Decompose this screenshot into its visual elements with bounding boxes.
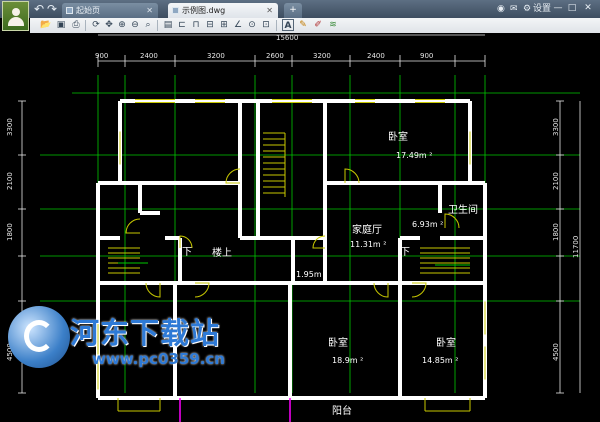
- dimension-icon[interactable]: ⊏: [176, 19, 188, 31]
- pan-icon[interactable]: ✥: [103, 19, 115, 31]
- close-tab-icon[interactable]: ✕: [266, 3, 273, 18]
- room-name: 卧室: [328, 336, 348, 349]
- gear-icon[interactable]: ⚙: [523, 2, 531, 16]
- title-bar: ↶ ↷ 起始页 ✕ 示例图.dwg ✕ + ◉ ✉ ⚙ 设置 — □ ✕: [0, 0, 600, 18]
- close-tab-icon[interactable]: ✕: [146, 3, 153, 18]
- room-name: 家庭厅: [352, 223, 382, 236]
- dimension-label-right: 1800: [552, 223, 560, 241]
- dimension-label-top: 2400: [367, 52, 385, 60]
- dimension-label-right: 3300: [552, 118, 560, 136]
- room-area: 1.95m ²: [296, 270, 327, 279]
- print-icon[interactable]: ⎙: [70, 19, 82, 31]
- door: [145, 282, 161, 298]
- forward-arrow-icon[interactable]: ↷: [47, 2, 57, 16]
- dimension-label-right: 2100: [552, 172, 560, 190]
- zoom-extents-icon[interactable]: ⌕: [142, 19, 154, 31]
- tab-start-page[interactable]: 起始页 ✕: [62, 3, 158, 18]
- save-icon[interactable]: ▣: [55, 19, 67, 31]
- minimize-button[interactable]: —: [552, 2, 564, 14]
- toolbar-separator: [157, 20, 158, 31]
- angle-icon[interactable]: ∠: [232, 19, 244, 31]
- watermark: 河东下载站 www.pc0359.cn: [8, 306, 268, 376]
- door: [444, 213, 460, 229]
- room-name: 阳台: [332, 404, 352, 417]
- coordinate-icon[interactable]: ⊞: [218, 19, 230, 31]
- door: [194, 282, 210, 298]
- dimension-total-top: 15600: [276, 34, 298, 42]
- back-arrow-icon[interactable]: ↶: [34, 2, 44, 16]
- open-icon[interactable]: 📂: [40, 19, 52, 31]
- layer-icon[interactable]: ▤: [162, 19, 174, 31]
- close-button[interactable]: ✕: [582, 2, 594, 14]
- dimension-label-top: 2400: [140, 52, 158, 60]
- settings-label[interactable]: 设置: [533, 2, 551, 16]
- layers-icon[interactable]: ≋: [327, 19, 339, 31]
- zoom-out-icon[interactable]: ⊖: [129, 19, 141, 31]
- dimension-label-left: 3300: [6, 118, 14, 136]
- room-area: 6.93m ²: [412, 220, 443, 229]
- maximize-button[interactable]: □: [566, 2, 578, 14]
- door: [373, 282, 389, 298]
- door: [344, 168, 360, 184]
- chat-icon[interactable]: ✉: [510, 2, 518, 16]
- zoom-in-icon[interactable]: ⊕: [116, 19, 128, 31]
- watermark-title: 河东下载站: [70, 316, 221, 350]
- dimension-label-top: 900: [420, 52, 433, 60]
- site-logo-icon: [8, 306, 70, 368]
- weibo-icon[interactable]: ◉: [497, 2, 505, 16]
- room-area: 18.9m ²: [332, 356, 363, 365]
- toolbar-separator: [85, 20, 86, 31]
- target-icon[interactable]: ⊙: [246, 19, 258, 31]
- refresh-icon[interactable]: ⟳: [90, 19, 102, 31]
- room-name: 卧室: [388, 130, 408, 143]
- measure-icon[interactable]: ⊡: [260, 19, 272, 31]
- room-area: 14.85m ²: [422, 356, 458, 365]
- dwg-file-icon: [172, 7, 179, 14]
- cad-viewer-window: ↶ ↷ 起始页 ✕ 示例图.dwg ✕ + ◉ ✉ ⚙ 设置 — □ ✕ 📂 ▣…: [0, 0, 600, 422]
- room-name: 下: [400, 247, 410, 258]
- room-name: 下: [182, 247, 192, 258]
- room-area: 17.49m ²: [396, 151, 432, 160]
- toolbar: 📂 ▣ ⎙ ⟳ ✥ ⊕ ⊖ ⌕ ▤ ⊏ ⊓ ⊟ ⊞ ∠ ⊙ ⊡ A ✎ ✐ ≋: [30, 18, 600, 34]
- distance-icon[interactable]: ⊓: [190, 19, 202, 31]
- new-tab-button[interactable]: +: [284, 3, 302, 18]
- home-tab-icon: [66, 7, 73, 14]
- dimension-total-right: 11700: [572, 236, 580, 258]
- tab-label: 起始页: [76, 6, 100, 15]
- markup-icon[interactable]: ✐: [312, 19, 324, 31]
- room-name: 楼上: [212, 246, 232, 259]
- tab-drawing[interactable]: 示例图.dwg ✕: [168, 3, 278, 18]
- room-area: 11.31m ²: [350, 240, 386, 249]
- pencil-icon[interactable]: ✎: [297, 19, 309, 31]
- dimension-label-top: 3200: [207, 52, 225, 60]
- text-icon[interactable]: A: [282, 19, 294, 31]
- dimension-label-right: 4500: [552, 343, 560, 361]
- dimension-label-top: 900: [95, 52, 108, 60]
- door: [225, 168, 241, 184]
- room-name: 卫生间: [448, 203, 478, 216]
- toolbar-separator: [276, 20, 277, 31]
- dimension-label-top: 3200: [313, 52, 331, 60]
- door: [411, 282, 427, 298]
- door: [125, 218, 141, 234]
- watermark-url: www.pc0359.cn: [92, 350, 225, 368]
- area-icon[interactable]: ⊟: [204, 19, 216, 31]
- dimension-label-left: 2100: [6, 172, 14, 190]
- dimension-label-top: 2600: [266, 52, 284, 60]
- avatar[interactable]: [2, 1, 29, 31]
- dimension-label-left: 1800: [6, 223, 14, 241]
- tab-label: 示例图.dwg: [182, 6, 226, 15]
- room-name: 卧室: [436, 336, 456, 349]
